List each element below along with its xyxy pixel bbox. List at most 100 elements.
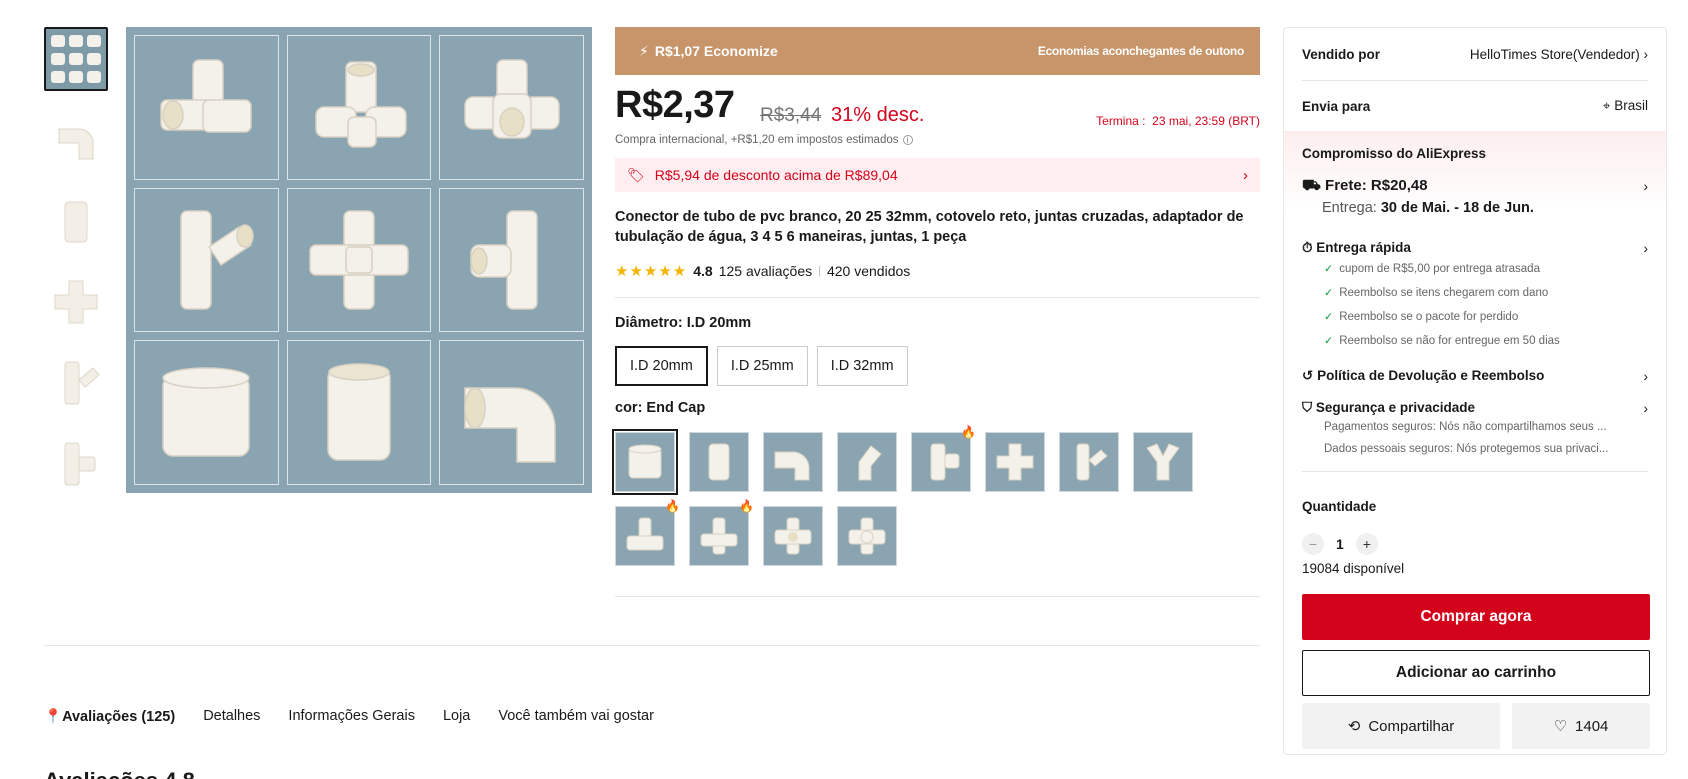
guarantee-item: ✓ Reembolso se o pacote for perdido — [1324, 310, 1518, 324]
swatch-5way[interactable] — [763, 506, 823, 566]
clock-icon: ⏱ — [1302, 240, 1313, 255]
ships-to-row[interactable]: Envia para ⌖ Brasil — [1302, 96, 1648, 116]
reviews-link[interactable]: 125 avaliações — [719, 263, 812, 279]
swatch-6way[interactable] — [837, 506, 897, 566]
pin-icon: 📍 — [44, 709, 63, 725]
divider — [615, 297, 1260, 298]
promo-campaign: Economias aconchegantes de outono — [1037, 44, 1244, 58]
piece-end-cap — [134, 340, 279, 485]
color-swatches: 🔥 🔥 🔥 — [612, 425, 1260, 566]
diameter-options: I.D 20mm I.D 25mm I.D 32mm — [615, 346, 908, 386]
original-price: R$3,44 — [760, 105, 822, 126]
tab-reviews[interactable]: 📍Avaliações (125) — [44, 708, 175, 725]
buy-now-button[interactable]: Comprar agora — [1302, 594, 1650, 640]
shield-icon: ⛉ — [1302, 400, 1313, 415]
quantity-value[interactable]: 1 — [1336, 536, 1344, 552]
shipping-row[interactable]: ⛟ Frete: R$20,48 › — [1302, 176, 1648, 196]
tab-reviews-label: Avaliações (125) — [62, 709, 176, 725]
tab-details[interactable]: Detalhes — [203, 708, 260, 725]
diameter-option-20mm[interactable]: I.D 20mm — [615, 346, 708, 386]
like-count: 1404 — [1575, 717, 1609, 735]
divider — [44, 645, 1260, 646]
return-policy-row[interactable]: ↺ Política de Devolução e Reembolso › — [1302, 366, 1648, 386]
swatch-y-tee[interactable] — [1059, 432, 1119, 492]
product-title: Conector de tubo de pvc branco, 20 25 32… — [615, 209, 1244, 245]
tab-store[interactable]: Loja — [443, 708, 470, 725]
piece-5way — [439, 35, 584, 180]
tab-general-info[interactable]: Informações Gerais — [288, 708, 415, 725]
swatch-end-cap[interactable] — [612, 429, 678, 495]
check-icon: ✓ — [1324, 311, 1334, 323]
tax-note: Compra internacional, +R$1,20 em imposto… — [615, 134, 913, 146]
guarantee-text: Reembolso se itens chegarem com dano — [1339, 286, 1549, 299]
shipping-cost: Frete: R$20,48 — [1325, 176, 1428, 194]
tax-note-text: Compra internacional, +R$1,20 em imposto… — [615, 134, 899, 146]
rating-row: ★★★★★ 4.8 125 avaliações | 420 vendidos — [615, 262, 910, 280]
security-line: Dados pessoais seguros: Nós protegemos s… — [1324, 443, 1609, 455]
quantity-stepper: − 1 + — [1302, 533, 1378, 555]
thumbnail-y-tee[interactable] — [44, 351, 108, 415]
fast-delivery-row[interactable]: ⏱ Entrega rápida › — [1302, 238, 1648, 258]
thumbnail-cross[interactable] — [44, 270, 108, 334]
swatch-elbow[interactable] — [763, 432, 823, 492]
diameter-label: Diâmetro: I.D 20mm — [615, 315, 752, 331]
info-icon[interactable]: i — [902, 135, 913, 146]
sold-by-label: Vendido por — [1302, 46, 1381, 62]
delivery-row: Entrega: 30 de Mai. - 18 de Jun. — [1322, 200, 1648, 216]
add-to-cart-button[interactable]: Adicionar ao carrinho — [1302, 650, 1650, 696]
check-icon: ✓ — [1324, 335, 1334, 347]
swatch-tee[interactable]: 🔥 — [911, 425, 976, 492]
availability-row: 19084 disponível — [1302, 558, 1648, 578]
chevron-right-icon: › — [1643, 46, 1649, 62]
seller-name: HelloTimes Store(Vendedor) — [1469, 46, 1640, 62]
chevron-right-icon: › — [1643, 368, 1649, 384]
thumbnail-grid[interactable] — [44, 27, 108, 91]
piece-3way-corner — [134, 35, 279, 180]
chevron-right-icon: › — [1243, 166, 1248, 184]
heart-icon: ♡ — [1553, 718, 1568, 735]
sold-by-row[interactable]: Vendido por HelloTimes Store(Vendedor) › — [1302, 44, 1648, 64]
swatch-3way-corner[interactable]: 🔥 — [615, 499, 680, 566]
quantity-heading: Quantidade — [1302, 496, 1648, 516]
wishlist-button[interactable]: ♡ 1404 — [1512, 703, 1650, 749]
return-icon: ↺ — [1302, 368, 1314, 383]
thumbnail-cap[interactable] — [44, 189, 108, 253]
swatch-4way-side[interactable]: 🔥 — [689, 499, 754, 566]
diameter-option-25mm[interactable]: I.D 25mm — [716, 346, 808, 386]
detail-tabs: 📍Avaliações (125) Detalhes Informações G… — [44, 708, 654, 725]
piece-4way — [286, 35, 432, 180]
tab-recommendations[interactable]: Você também vai gostar — [498, 708, 654, 725]
sold-count: 420 vendidos — [826, 263, 911, 279]
truck-icon: ⛟ — [1302, 176, 1321, 194]
diameter-option-32mm[interactable]: I.D 32mm — [816, 346, 908, 386]
divider — [615, 596, 1260, 597]
decrease-button[interactable]: − — [1302, 533, 1324, 555]
security-row[interactable]: ⛉ Segurança e privacidade › — [1302, 398, 1648, 418]
separator: | — [818, 265, 821, 277]
thumbnail-tee[interactable] — [44, 432, 108, 496]
star-rating-icon: ★★★★★ — [615, 263, 688, 280]
swatch-cross[interactable] — [985, 432, 1045, 492]
increase-button[interactable]: + — [1355, 533, 1378, 555]
discount-badge: 31% desc. — [831, 104, 925, 126]
coupon-banner[interactable]: 🏷 R$5,94 de desconto acima de R$89,04 › — [615, 158, 1260, 192]
quantity-label: Quantidade — [1302, 498, 1377, 514]
promo-saving: R$1,07 Economize — [654, 43, 778, 59]
swatch-45-elbow[interactable] — [837, 432, 897, 492]
chevron-right-icon: › — [1643, 240, 1649, 256]
purchase-panel: Vendido por HelloTimes Store(Vendedor) ›… — [1283, 27, 1667, 755]
color-label: cor: End Cap — [615, 400, 706, 416]
fast-delivery-label: Entrega rápida — [1316, 240, 1411, 255]
delivery-dates: 30 de Mai. - 18 de Jun. — [1380, 200, 1534, 216]
main-product-image[interactable] — [126, 27, 592, 493]
guarantee-text: Reembolso se não for entregue em 50 dias — [1339, 334, 1560, 347]
hot-icon: 🔥 — [961, 425, 976, 439]
share-button[interactable]: ⟲ Compartilhar — [1302, 703, 1500, 749]
bolt-icon: ⚡ — [639, 42, 649, 59]
swatch-coupling[interactable] — [689, 432, 749, 492]
swatch-y-4way[interactable] — [1133, 432, 1193, 492]
piece-tee — [439, 187, 584, 333]
divider — [1302, 471, 1648, 472]
divider — [1302, 80, 1648, 81]
thumbnail-elbow[interactable] — [44, 108, 108, 172]
